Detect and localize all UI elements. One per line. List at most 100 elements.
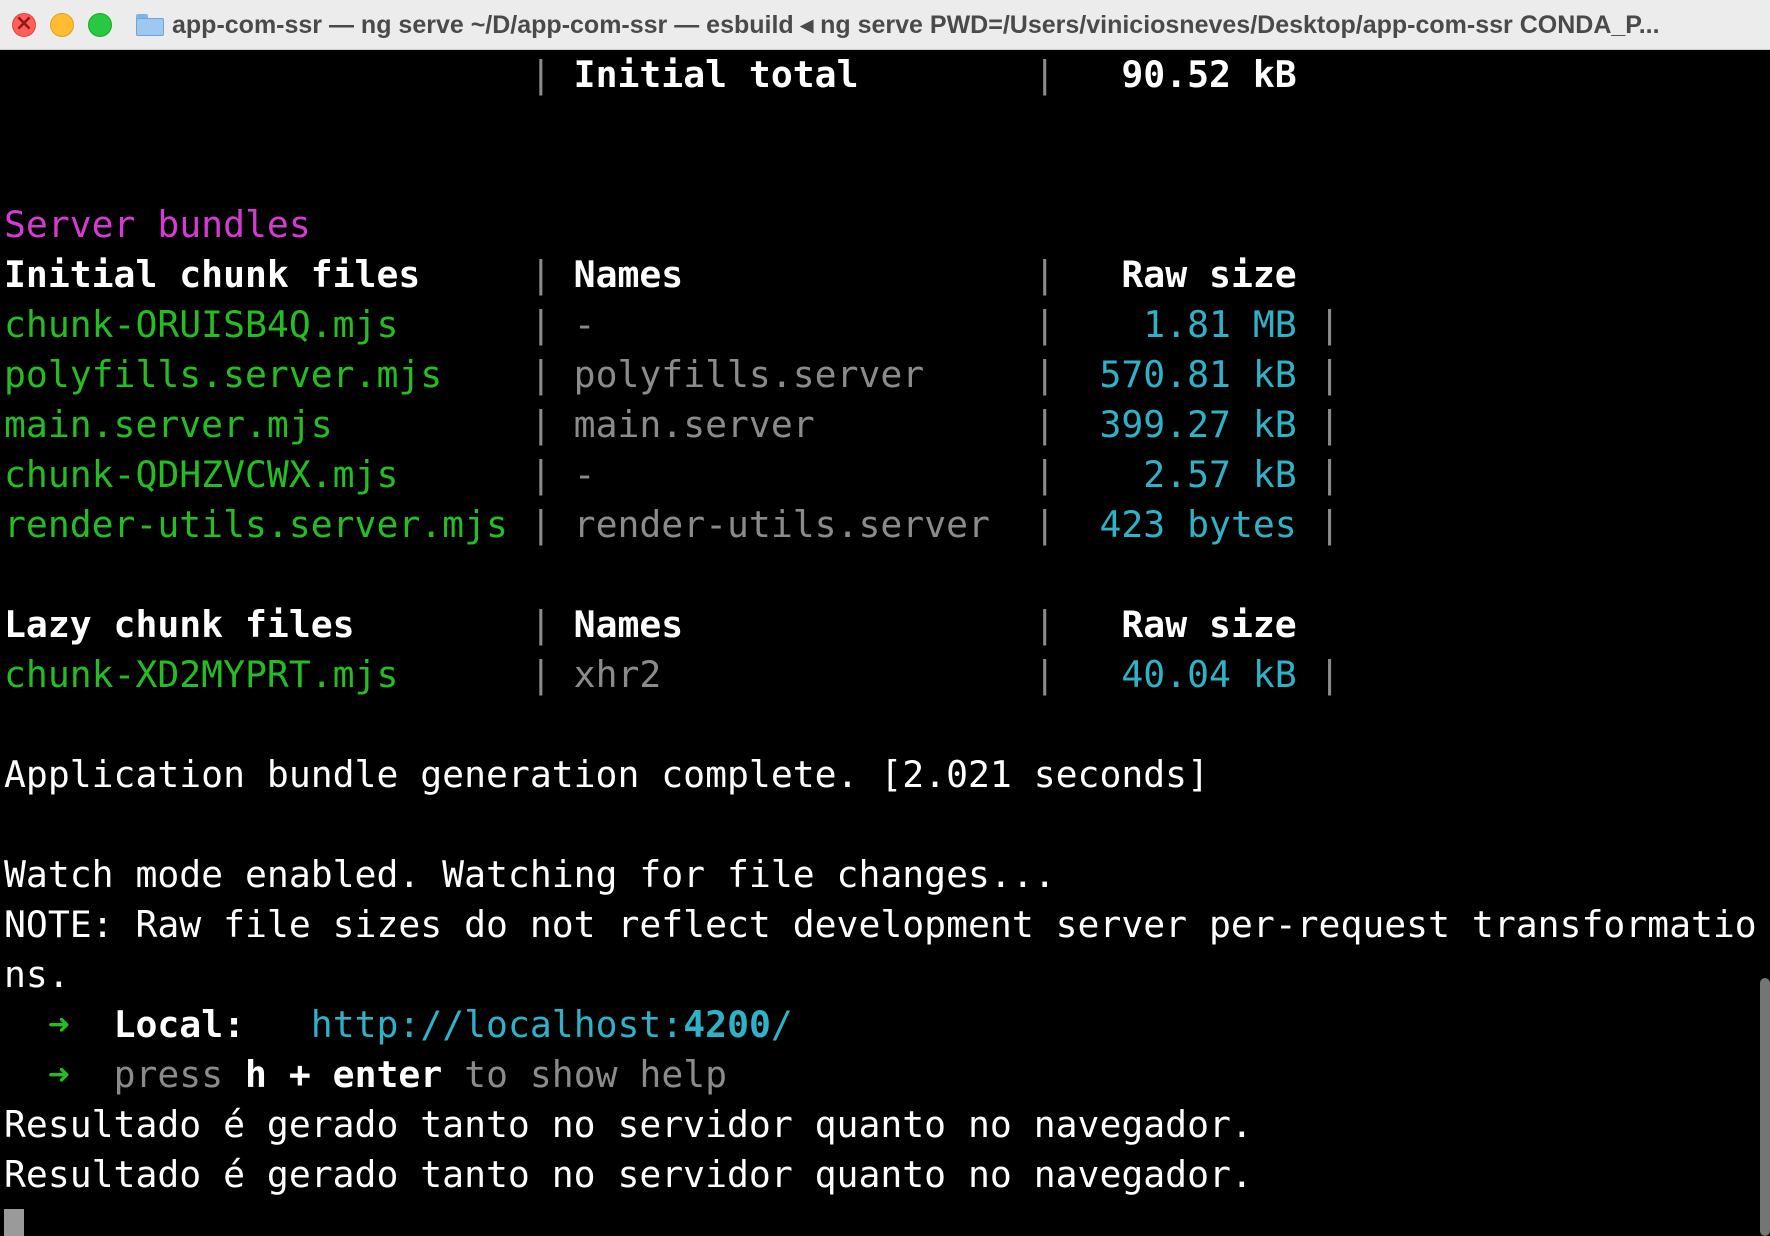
initial-total-value: 90.52 kB bbox=[1077, 53, 1297, 96]
separator: | bbox=[1296, 403, 1341, 446]
separator: | bbox=[529, 403, 574, 446]
close-window-button[interactable] bbox=[12, 11, 36, 37]
note-text: NOTE: Raw file sizes do not reflect deve… bbox=[4, 903, 1757, 946]
separator: | bbox=[1296, 653, 1341, 696]
local-url-row: ➜ Local: http://localhost:4200/ bbox=[4, 1000, 1766, 1050]
chunk-name: - bbox=[573, 303, 1034, 346]
separator: | bbox=[1296, 503, 1341, 546]
watch-message: Watch mode enabled. Watching for file ch… bbox=[4, 850, 1766, 900]
separator: | bbox=[1296, 303, 1341, 346]
separator: | bbox=[1296, 453, 1341, 496]
separator: | bbox=[1296, 353, 1341, 396]
table-row: polyfills.server.mjs | polyfills.server … bbox=[4, 350, 1766, 400]
separator: | bbox=[1033, 403, 1078, 446]
chunk-name: - bbox=[573, 453, 1034, 496]
url-text: / bbox=[770, 1003, 793, 1046]
chunk-size: 423 bytes bbox=[1077, 503, 1297, 546]
chunk-file: chunk-XD2MYPRT.mjs bbox=[4, 653, 530, 696]
table-row: chunk-XD2MYPRT.mjs | xhr2 | 40.04 kB | bbox=[4, 650, 1766, 700]
column-header: Raw size bbox=[1077, 603, 1297, 646]
separator: | bbox=[1033, 603, 1078, 646]
separator: | bbox=[529, 503, 574, 546]
title-bar[interactable]: app-com-ssr — ng serve ~/D/app-com-ssr —… bbox=[0, 0, 1770, 50]
arrow-icon: ➜ bbox=[47, 1003, 70, 1046]
separator: | bbox=[529, 653, 574, 696]
result-text: Resultado é gerado tanto no servidor qua… bbox=[4, 1153, 1253, 1196]
separator: | bbox=[1033, 453, 1078, 496]
help-row: ➜ press h + enter to show help bbox=[4, 1050, 1766, 1100]
local-url-link[interactable]: http://localhost:4200/ bbox=[311, 1003, 793, 1046]
help-keys: h + enter bbox=[245, 1053, 443, 1096]
terminal-output[interactable]: | Initial total | 90.52 kB Server bundles… bbox=[4, 50, 1766, 1236]
column-header: Names bbox=[573, 253, 1034, 296]
minimize-window-button[interactable] bbox=[50, 12, 74, 37]
separator: | bbox=[1033, 303, 1078, 346]
watch-message-text: Watch mode enabled. Watching for file ch… bbox=[4, 853, 1056, 896]
section-title: Server bundles bbox=[4, 200, 1766, 250]
table-row: chunk-ORUISB4Q.mjs | - | 1.81 MB | bbox=[4, 300, 1766, 350]
table-row: main.server.mjs | main.server | 399.27 k… bbox=[4, 400, 1766, 450]
terminal-window: app-com-ssr — ng serve ~/D/app-com-ssr —… bbox=[0, 0, 1770, 1236]
table-row: chunk-QDHZVCWX.mjs | - | 2.57 kB | bbox=[4, 450, 1766, 500]
separator: | bbox=[529, 603, 574, 646]
result-line: Resultado é gerado tanto no servidor qua… bbox=[4, 1100, 1766, 1150]
note-text: ns. bbox=[4, 953, 70, 996]
complete-message: Application bundle generation complete. … bbox=[4, 750, 1766, 800]
separator: | bbox=[529, 353, 574, 396]
chunk-size: 40.04 kB bbox=[1077, 653, 1297, 696]
prompt-line bbox=[4, 1200, 1766, 1236]
lazy-table-header-row: Lazy chunk files | Names | Raw size bbox=[4, 600, 1766, 650]
chunk-size: 1.81 MB bbox=[1077, 303, 1297, 346]
text-cursor bbox=[4, 1209, 24, 1236]
separator: | bbox=[529, 253, 574, 296]
chunk-size: 570.81 kB bbox=[1077, 353, 1297, 396]
initial-total-label: Initial total bbox=[573, 53, 1034, 96]
server-bundles-title: Server bundles bbox=[4, 203, 311, 246]
chunk-name: xhr2 bbox=[573, 653, 1034, 696]
url-port: 4200 bbox=[683, 1003, 771, 1046]
chunk-file: polyfills.server.mjs bbox=[4, 353, 530, 396]
column-header: Raw size bbox=[1077, 253, 1297, 296]
column-header: Initial chunk files bbox=[4, 253, 530, 296]
arrow-icon: ➜ bbox=[47, 1053, 70, 1096]
chunk-file: render-utils.server.mjs bbox=[4, 503, 530, 546]
result-text: Resultado é gerado tanto no servidor qua… bbox=[4, 1103, 1253, 1146]
result-line: Resultado é gerado tanto no servidor qua… bbox=[4, 1150, 1766, 1200]
chunk-name: main.server bbox=[573, 403, 1034, 446]
column-header: Lazy chunk files bbox=[4, 603, 530, 646]
help-text: to show help bbox=[464, 1053, 728, 1096]
window-controls bbox=[12, 11, 112, 37]
maximize-window-button[interactable] bbox=[88, 12, 112, 37]
separator: | bbox=[1033, 53, 1078, 96]
initial-table-header-row: Initial chunk files | Names | Raw size bbox=[4, 250, 1766, 300]
complete-message-text: Application bundle generation complete. … bbox=[4, 753, 1209, 796]
chunk-file: chunk-QDHZVCWX.mjs bbox=[4, 453, 530, 496]
separator: | bbox=[1033, 503, 1078, 546]
initial-total-row: | Initial total | 90.52 kB bbox=[4, 50, 1766, 100]
chunk-file: chunk-ORUISB4Q.mjs bbox=[4, 303, 530, 346]
scrollbar[interactable] bbox=[1760, 978, 1770, 1236]
chunk-name: render-utils.server bbox=[573, 503, 1034, 546]
separator: | bbox=[1033, 253, 1078, 296]
separator: | bbox=[529, 303, 574, 346]
separator: | bbox=[529, 453, 574, 496]
chunk-size: 399.27 kB bbox=[1077, 403, 1297, 446]
note-line: NOTE: Raw file sizes do not reflect deve… bbox=[4, 900, 1766, 950]
table-row: render-utils.server.mjs | render-utils.s… bbox=[4, 500, 1766, 550]
separator: | bbox=[1033, 653, 1078, 696]
window-title: app-com-ssr — ng serve ~/D/app-com-ssr —… bbox=[172, 10, 1660, 39]
help-text: press bbox=[113, 1053, 224, 1096]
url-text: http://localhost: bbox=[310, 1003, 684, 1046]
local-label: Local: bbox=[113, 1003, 246, 1046]
